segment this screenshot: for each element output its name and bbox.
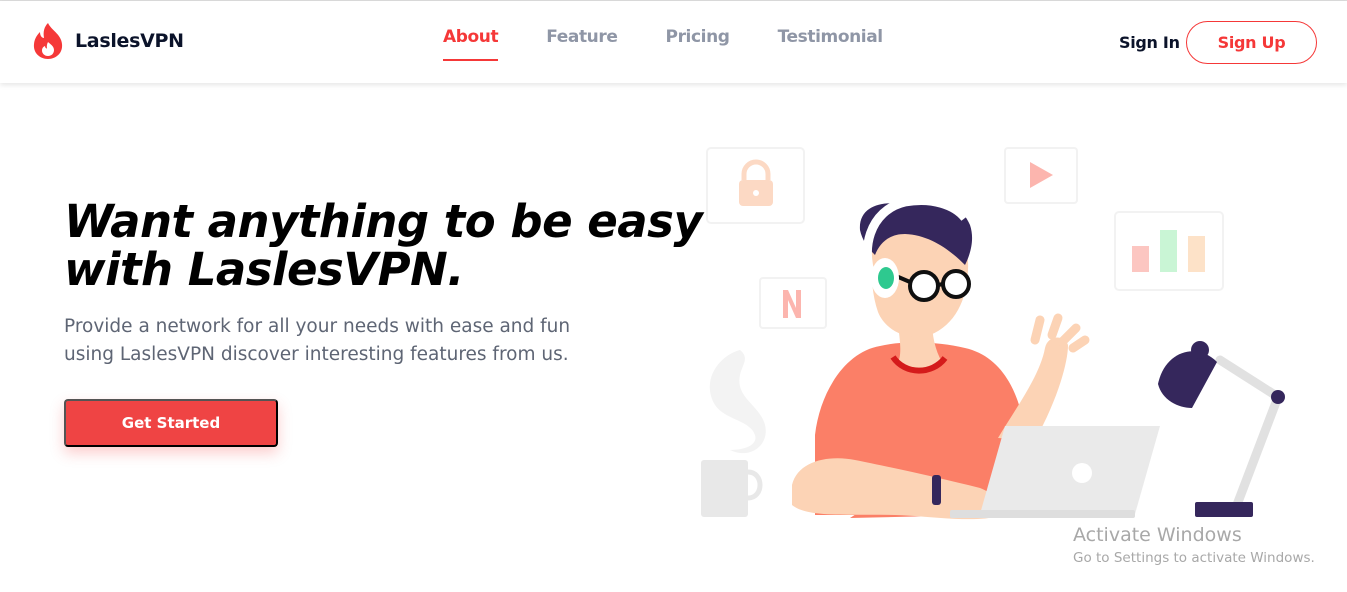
- sign-in-link[interactable]: Sign In: [1119, 33, 1180, 52]
- nav-link-feature[interactable]: Feature: [546, 27, 618, 47]
- play-icon: [1004, 147, 1078, 204]
- netflix-icon: [759, 277, 827, 329]
- nav-link-pricing[interactable]: Pricing: [666, 27, 730, 47]
- bar-chart-icon: [1114, 211, 1224, 291]
- sign-up-button[interactable]: Sign Up: [1186, 21, 1317, 64]
- hero-title-line-1: Want anything to be easy: [64, 195, 703, 248]
- navbar: LaslesVPN About Feature Pricing Testimon…: [0, 1, 1347, 83]
- steam-shape: [709, 350, 766, 454]
- main-nav: About Feature Pricing Testimonial: [443, 27, 931, 61]
- brand[interactable]: LaslesVPN: [31, 21, 184, 61]
- lock-icon: [706, 147, 805, 224]
- coffee-mug: [701, 460, 763, 517]
- activate-windows-watermark: Activate Windows Go to Settings to activ…: [1073, 524, 1315, 566]
- hero-title: Want anything to be easy with LaslesVPN.: [64, 195, 703, 296]
- hero-illustration: [701, 147, 1285, 520]
- get-started-button[interactable]: Get Started: [64, 399, 278, 447]
- watermark-title: Activate Windows: [1073, 524, 1242, 546]
- hero-description: Provide a network for all your needs wit…: [64, 316, 571, 365]
- desk-lamp: [1158, 341, 1285, 517]
- nav-link-about[interactable]: About: [443, 27, 499, 61]
- nav-link-testimonial[interactable]: Testimonial: [778, 27, 884, 47]
- hero-title-line-2: with LaslesVPN.: [64, 243, 464, 296]
- brand-name: LaslesVPN: [75, 30, 184, 52]
- brand-flame-icon: [33, 23, 63, 59]
- watermark-subtitle: Go to Settings to activate Windows.: [1073, 550, 1315, 566]
